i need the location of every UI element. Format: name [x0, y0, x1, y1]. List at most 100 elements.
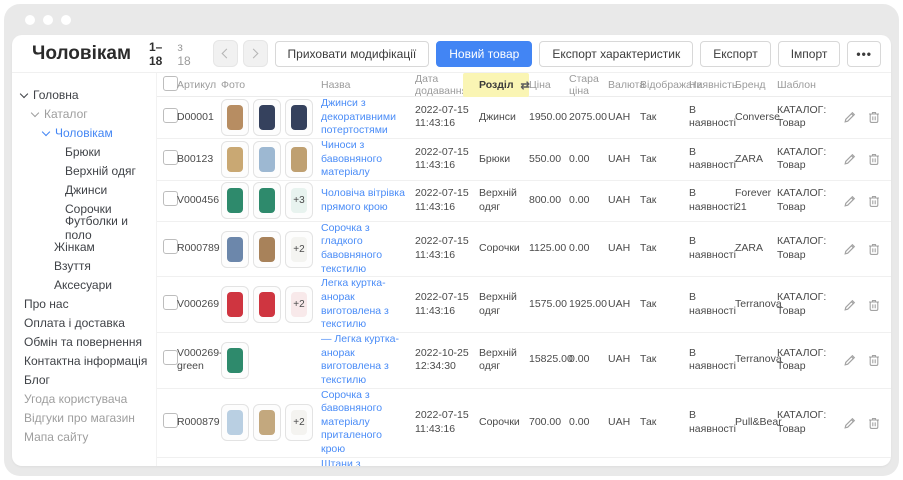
- product-photo-thumbnail[interactable]: [253, 141, 281, 178]
- sidebar-item[interactable]: Головна: [12, 85, 156, 104]
- sidebar-item[interactable]: Верхній одяг: [12, 161, 156, 180]
- product-photo-thumbnail[interactable]: [221, 342, 249, 379]
- delete-icon[interactable]: [867, 416, 881, 430]
- product-photo-thumbnail[interactable]: [253, 99, 281, 136]
- select-all-checkbox[interactable]: [163, 76, 178, 91]
- pagination-prev-button[interactable]: [213, 40, 238, 67]
- product-photo-thumbnail[interactable]: [253, 231, 281, 268]
- row-checkbox[interactable]: [163, 239, 178, 254]
- sidebar-item[interactable]: Обмін та повернення: [12, 332, 156, 351]
- table-row: V000456+3Чоловіча вітрівка прямого крою2…: [157, 181, 891, 222]
- product-photo-thumbnail[interactable]: [221, 141, 249, 178]
- sidebar-item[interactable]: Угода користувача: [12, 389, 156, 408]
- photos-cell: [221, 342, 321, 379]
- product-link[interactable]: Сорочка з бавовняного матеріалу притален…: [321, 389, 382, 456]
- sidebar-item[interactable]: Про нас: [12, 294, 156, 313]
- export-characteristics-button[interactable]: Експорт характеристик: [539, 41, 693, 67]
- row-checkbox[interactable]: [163, 191, 178, 206]
- product-link[interactable]: Чоловіча вітрівка прямого крою: [321, 187, 405, 213]
- product-photo-thumbnail[interactable]: [253, 404, 281, 441]
- column-header[interactable]: Ціна: [529, 79, 569, 91]
- new-product-button[interactable]: Новий товар: [436, 41, 532, 67]
- product-photo-thumbnail[interactable]: [253, 286, 281, 323]
- sidebar-item[interactable]: Брюки: [12, 142, 156, 161]
- product-photo-thumbnail[interactable]: [253, 182, 281, 219]
- delete-icon[interactable]: [867, 353, 881, 367]
- product-photo-thumbnail[interactable]: [221, 286, 249, 323]
- row-checkbox-cell: [157, 108, 177, 128]
- column-header[interactable]: Артикул: [177, 79, 221, 91]
- more-photos-thumbnail[interactable]: +3: [285, 182, 313, 219]
- sidebar-item[interactable]: Блог: [12, 370, 156, 389]
- sidebar-item-active[interactable]: Чоловікам: [12, 123, 156, 142]
- photos-cell: +2: [221, 286, 321, 323]
- app-window: Чоловікам 1–18 з 18 Приховати модифікаці…: [4, 4, 899, 476]
- product-photo-thumbnail[interactable]: [221, 99, 249, 136]
- sidebar-item[interactable]: Відгуки про магазин: [12, 408, 156, 427]
- column-header[interactable]: Наявність: [689, 79, 735, 91]
- table-row: R000789+2Сорочка з гладкого бавовняного …: [157, 222, 891, 278]
- column-header[interactable]: Стара ціна: [569, 73, 608, 97]
- column-header[interactable]: Валюта: [608, 79, 640, 91]
- import-button[interactable]: Імпорт: [778, 41, 841, 67]
- sidebar-item[interactable]: Футболки и поло: [12, 218, 156, 237]
- column-header[interactable]: Шаблон: [777, 79, 843, 91]
- column-header-sorted[interactable]: Розділ⇄: [463, 73, 529, 97]
- delete-icon[interactable]: [867, 110, 881, 124]
- product-link[interactable]: Легка куртка-анорак виготовлена з тексти…: [321, 277, 389, 330]
- more-actions-button[interactable]: •••: [847, 41, 881, 67]
- delete-icon[interactable]: [867, 298, 881, 312]
- hide-modifications-button[interactable]: Приховати модифікації: [275, 41, 430, 67]
- product-photo-thumbnail[interactable]: [285, 141, 313, 178]
- row-checkbox[interactable]: [163, 350, 178, 365]
- column-header[interactable]: Фото: [221, 79, 321, 91]
- delete-icon[interactable]: [867, 242, 881, 256]
- row-checkbox[interactable]: [163, 150, 178, 165]
- more-photos-thumbnail[interactable]: +2: [285, 231, 313, 268]
- product-photo-thumbnail[interactable]: [221, 404, 249, 441]
- edit-icon[interactable]: [843, 353, 857, 367]
- sidebar-item[interactable]: Каталог: [12, 104, 156, 123]
- product-link[interactable]: Штани з бавовняного матеріалу прямого кр…: [321, 458, 388, 466]
- edit-icon[interactable]: [843, 152, 857, 166]
- sidebar-item[interactable]: Мапа сайту: [12, 427, 156, 446]
- row-checkbox[interactable]: [163, 413, 178, 428]
- column-header[interactable]: Бренд: [735, 79, 777, 91]
- product-link[interactable]: Сорочка з гладкого бавовняного текстилю: [321, 222, 382, 275]
- product-photo-thumbnail[interactable]: [285, 99, 313, 136]
- column-header[interactable]: Назва: [321, 79, 415, 91]
- garment-image: [227, 188, 243, 213]
- edit-icon[interactable]: [843, 298, 857, 312]
- availability-cell: В наявності: [689, 146, 735, 173]
- product-photo-thumbnail[interactable]: [221, 231, 249, 268]
- edit-icon[interactable]: [843, 110, 857, 124]
- sidebar-item[interactable]: Контактна інформація: [12, 351, 156, 370]
- more-photos-thumbnail[interactable]: +2: [285, 404, 313, 441]
- edit-icon[interactable]: [843, 242, 857, 256]
- pagination-next-button[interactable]: [243, 40, 268, 67]
- product-photo-thumbnail[interactable]: [221, 182, 249, 219]
- delete-icon[interactable]: [867, 194, 881, 208]
- sidebar-item[interactable]: Взуття: [12, 256, 156, 275]
- row-checkbox[interactable]: [163, 295, 178, 310]
- more-photos-thumbnail[interactable]: +2: [285, 286, 313, 323]
- window-control-dot: [61, 15, 71, 25]
- currency-cell: UAH: [608, 111, 640, 125]
- delete-icon[interactable]: [867, 152, 881, 166]
- display-cell: Так: [640, 111, 689, 125]
- sidebar-item-label: Чоловікам: [55, 126, 113, 140]
- export-button[interactable]: Експорт: [700, 41, 770, 67]
- template-cell: КАТАЛОГ: Товар: [777, 187, 843, 214]
- sidebar-item[interactable]: Джинси: [12, 180, 156, 199]
- sidebar-item[interactable]: Оплата і доставка: [12, 313, 156, 332]
- product-link[interactable]: Джинси з декоративними потертостями: [321, 97, 396, 136]
- sidebar-item-label: Взуття: [54, 259, 91, 273]
- sidebar-item[interactable]: Аксесуари: [12, 275, 156, 294]
- product-link[interactable]: Чиноси з бавовняного матеріалу: [321, 139, 382, 178]
- edit-icon[interactable]: [843, 416, 857, 430]
- edit-icon[interactable]: [843, 194, 857, 208]
- column-header[interactable]: Відображати: [640, 79, 689, 91]
- product-link[interactable]: — Легка куртка-анорак виготовлена з текс…: [321, 333, 399, 386]
- row-checkbox[interactable]: [163, 108, 178, 123]
- template-cell: КАТАЛОГ: Товар: [777, 146, 843, 173]
